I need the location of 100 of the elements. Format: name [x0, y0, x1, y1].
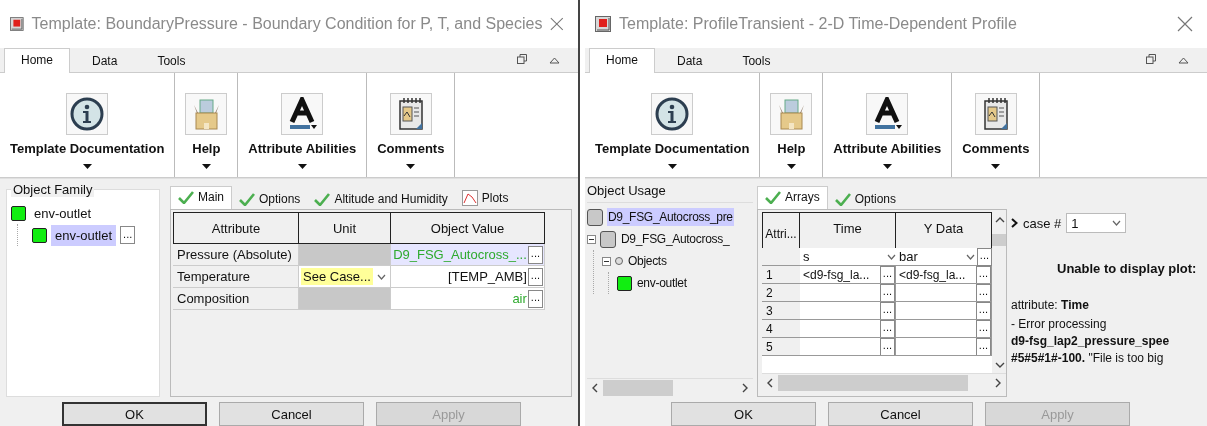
help-button[interactable]: Help [179, 73, 234, 177]
table-cell[interactable]: ... [896, 338, 992, 356]
column-header: Attribute [173, 212, 299, 244]
model-block-icon [587, 208, 603, 226]
row-number: 3 [762, 302, 800, 320]
more-button[interactable]: ... [527, 245, 543, 264]
plot-error-heading: Unable to display plot: [1057, 261, 1198, 276]
ribbon-tab[interactable]: Home [4, 48, 70, 73]
caret-icon [991, 164, 1001, 169]
more-button[interactable]: ... [975, 266, 991, 283]
more-button[interactable]: ... [879, 266, 895, 283]
unit-dropdown[interactable]: See Case... [299, 266, 391, 288]
more-button[interactable]: ... [975, 338, 991, 355]
comments-button[interactable]: Comments [371, 73, 451, 177]
table-cell[interactable]: ... [800, 338, 896, 356]
check-icon [178, 190, 194, 204]
caret-icon [82, 164, 92, 169]
more-button[interactable]: ... [879, 338, 895, 355]
unit-dropdown[interactable]: bar ... [896, 248, 992, 266]
value-cell[interactable]: [TEMP_AMB] ... [391, 266, 545, 288]
dialog-button[interactable]: OK [62, 402, 207, 426]
value-cell[interactable]: D9_FSG_Autocross_... ... [391, 244, 545, 266]
tab[interactable]: Options [232, 189, 308, 209]
app-icon [595, 16, 611, 32]
documentation-button[interactable]: Template Documentation [4, 73, 171, 177]
dot-icon [615, 257, 623, 265]
tab[interactable]: Altitude and Humidity [307, 189, 455, 209]
check-icon [765, 190, 781, 204]
table-cell[interactable]: ... [800, 320, 896, 338]
tab[interactable]: Arrays [757, 186, 828, 209]
collapse-toggle-icon[interactable] [587, 234, 596, 244]
check-icon [314, 192, 331, 206]
dialog-button[interactable]: Cancel [828, 402, 973, 426]
row-number: 1 [762, 266, 800, 284]
tab[interactable]: Main [170, 186, 232, 209]
ribbon-tab[interactable]: Home [589, 48, 655, 73]
dialog-button[interactable]: OK [671, 402, 816, 426]
caret-icon [786, 164, 796, 169]
restore-icon[interactable] [517, 54, 527, 64]
chevron-down-icon [965, 253, 975, 260]
tab[interactable]: Options [827, 189, 904, 209]
ribbon-tab[interactable]: Tools [139, 50, 204, 72]
tree-item[interactable]: env-outlet [30, 202, 96, 224]
panel-title: Object Usage [587, 183, 753, 203]
tree-item[interactable]: env-outlet [636, 274, 688, 292]
tree-item[interactable]: D9_FSG_Autocross_pre [607, 208, 734, 226]
table-cell[interactable]: ... [896, 284, 992, 302]
chevron-down-icon [887, 253, 896, 260]
restore-icon[interactable] [1146, 54, 1156, 64]
more-button[interactable]: ... [120, 226, 136, 244]
comments-button[interactable]: Comments [956, 73, 1036, 177]
window-title: Template: ProfileTransient - 2-D Time-Dependent Profile [619, 15, 1017, 33]
attribute-text: attribute: Time [1011, 298, 1090, 312]
dialog-button[interactable]: Cancel [219, 402, 364, 426]
column-header: Unit [299, 212, 391, 244]
caret-icon [201, 164, 211, 169]
tree-item[interactable]: env-outlet [51, 224, 117, 246]
chart-icon [461, 190, 478, 206]
close-icon[interactable] [1177, 16, 1193, 32]
tree-item[interactable]: Objects [627, 252, 668, 270]
table-cell[interactable]: <d9-fsg_la... ... [800, 266, 896, 284]
horizontal-scrollbar[interactable] [762, 373, 1006, 392]
table-cell[interactable]: ... [896, 302, 992, 320]
more-button[interactable]: ... [975, 284, 991, 301]
more-button[interactable]: ... [879, 320, 895, 337]
panel-title: Object Family [11, 182, 95, 197]
scroll-thumb[interactable] [992, 234, 1006, 246]
attribute-abilities-button[interactable]: Attribute Abilities [827, 73, 948, 177]
table-cell[interactable]: ... [800, 284, 896, 302]
more-button[interactable]: ... [975, 320, 991, 337]
collapse-toggle-icon[interactable] [602, 256, 611, 266]
more-button[interactable]: ... [879, 302, 895, 319]
help-button[interactable]: Help [764, 73, 819, 177]
tab[interactable]: Plots [454, 187, 516, 209]
table-cell[interactable]: ... [896, 320, 992, 338]
ribbon-tab[interactable]: Tools [724, 50, 789, 72]
case-dropdown[interactable]: 1 [1066, 213, 1127, 233]
value-cell[interactable]: air ... [391, 288, 545, 310]
tree-item[interactable]: D9_FSG_Autocross_ [620, 230, 731, 248]
caret-icon [882, 164, 892, 169]
collapse-icon[interactable] [1178, 56, 1189, 64]
table-cell[interactable]: <d9-fsg_la... ... [896, 266, 992, 284]
more-button[interactable]: ... [975, 302, 991, 319]
ribbon-tab[interactable]: Data [659, 50, 721, 72]
chevron-down-icon [377, 273, 386, 280]
block-icon [11, 205, 26, 221]
chevron-right-icon[interactable] [1011, 218, 1018, 228]
collapse-icon[interactable] [549, 56, 560, 64]
more-button[interactable]: ... [527, 289, 543, 308]
model-block-icon [600, 230, 616, 248]
documentation-button[interactable]: Template Documentation [589, 73, 756, 177]
close-icon[interactable] [550, 16, 564, 32]
unit-dropdown[interactable]: s [800, 248, 896, 266]
table-cell[interactable]: ... [800, 302, 896, 320]
more-button[interactable]: ... [879, 284, 895, 301]
window-title: Template: BoundaryPressure - Boundary Condition for P, T, and Species [31, 15, 543, 33]
more-button[interactable]: ... [527, 267, 543, 286]
attribute-abilities-button[interactable]: Attribute Abilities [242, 73, 363, 177]
row-number: 4 [762, 320, 800, 338]
ribbon-tab[interactable]: Data [74, 50, 136, 72]
